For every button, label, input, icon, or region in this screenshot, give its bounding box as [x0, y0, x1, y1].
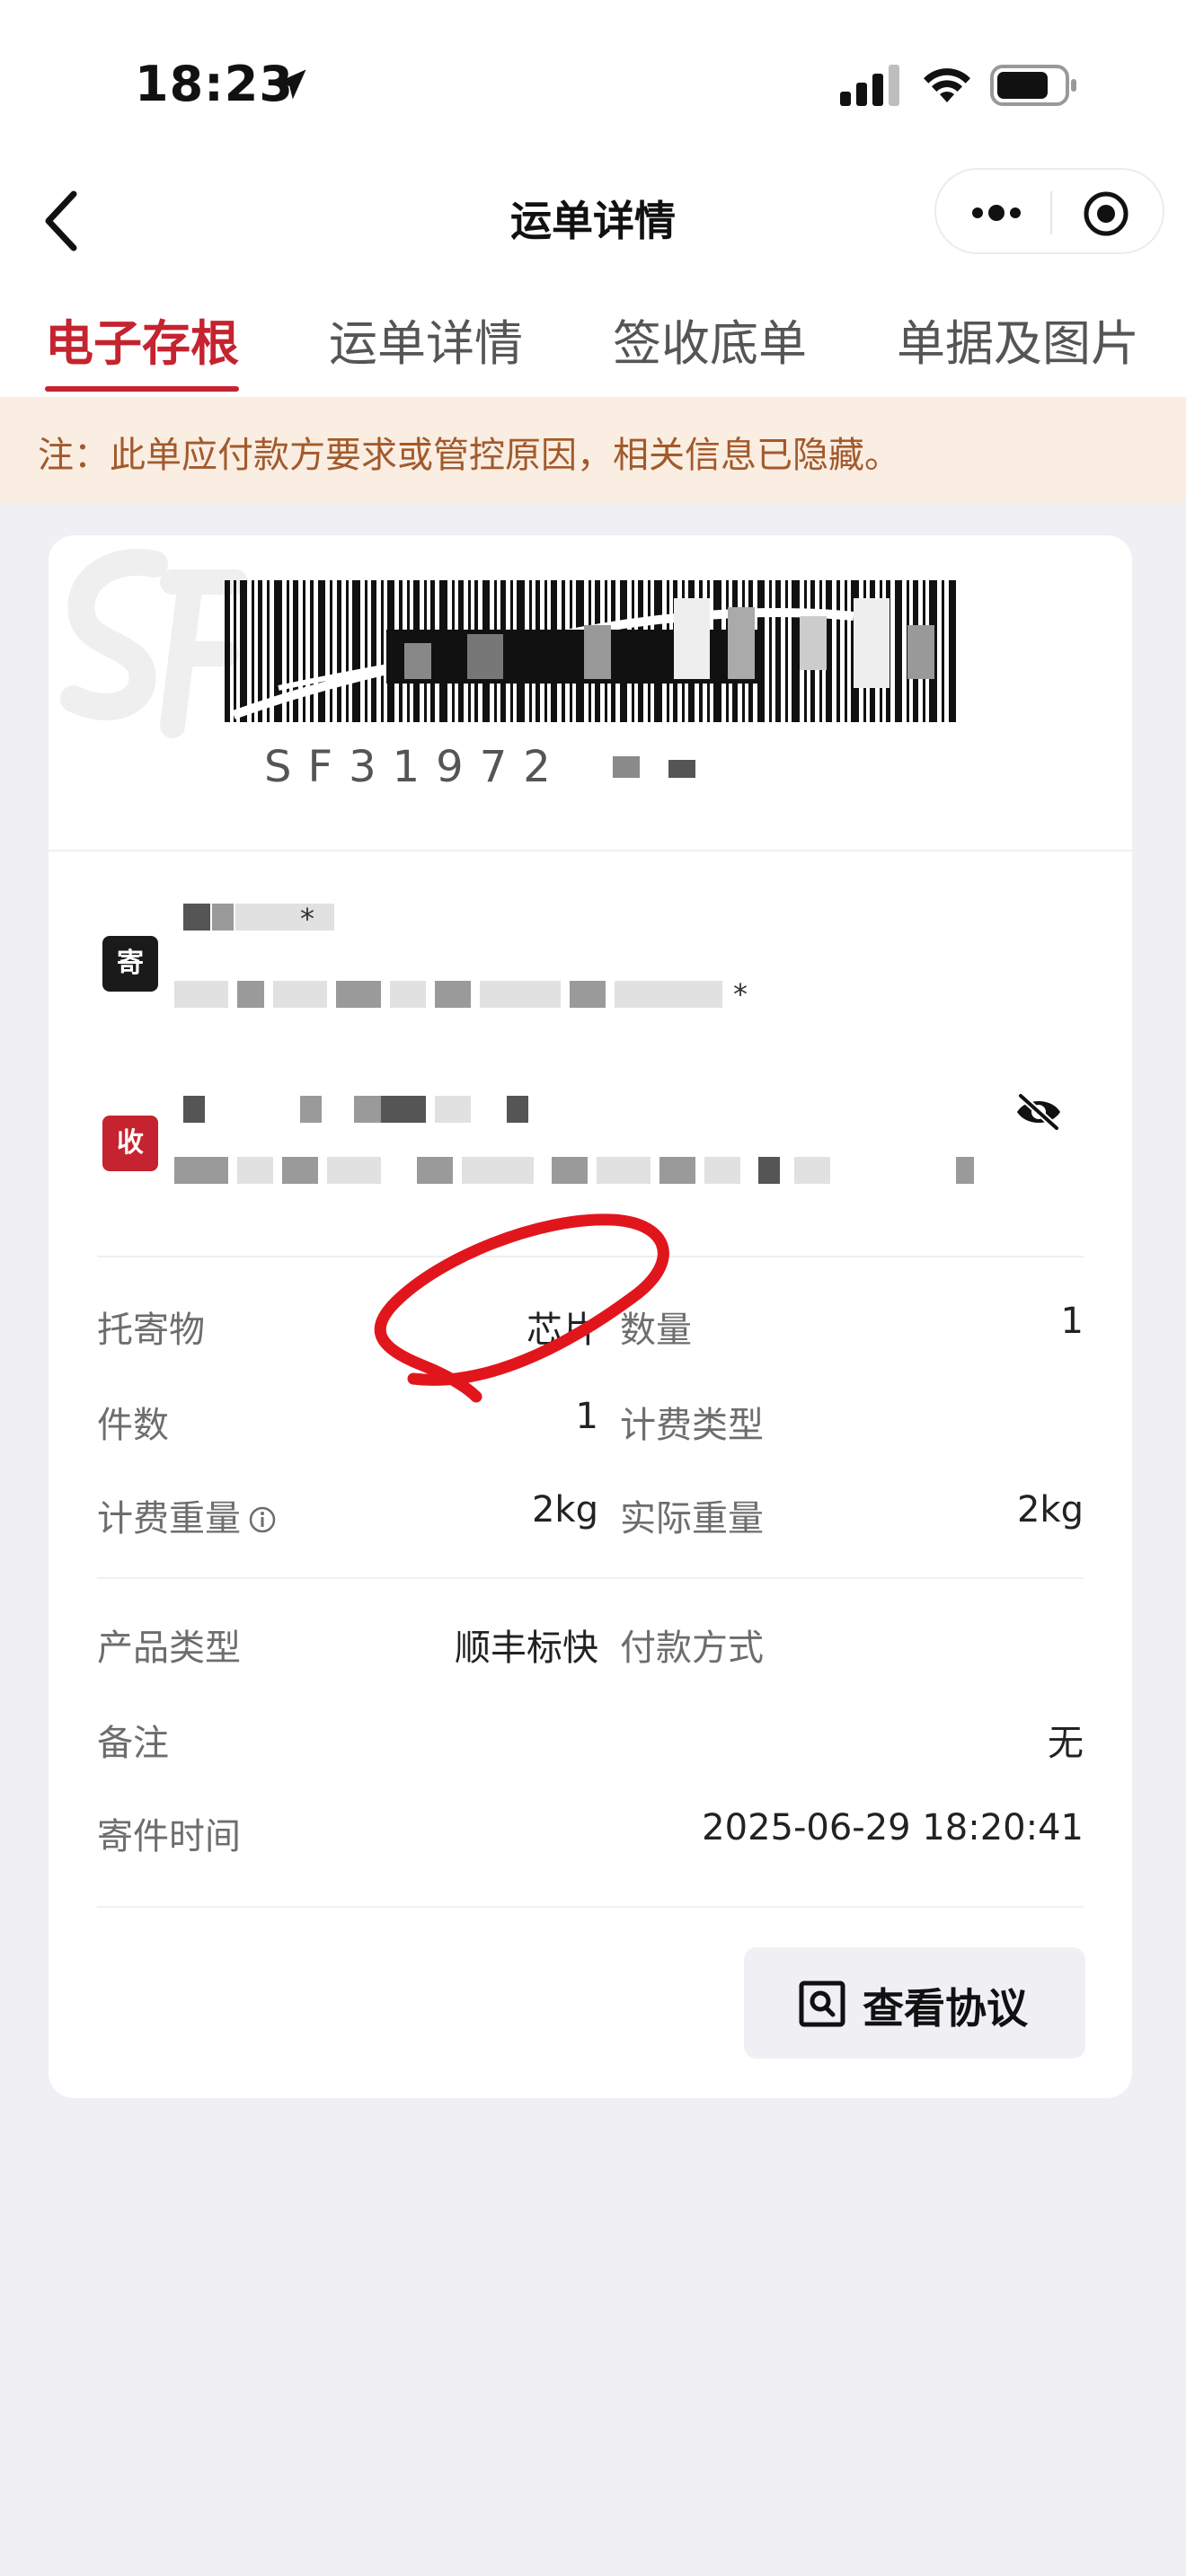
signal-icon [840, 65, 899, 106]
sender-badge: 寄 [102, 936, 158, 992]
wifi-icon [924, 68, 970, 102]
remark-label: 备注 [97, 1723, 169, 1764]
sender-name-mask: * [300, 902, 314, 936]
waybill-number: SF31972 [264, 742, 567, 792]
sender-address-redacted [174, 981, 821, 1017]
pieces-label: 件数 [97, 1405, 169, 1446]
waybill-number-redaction [562, 751, 832, 794]
time-divider [97, 1906, 1084, 1908]
tab-documents-images[interactable]: 单据及图片 [897, 304, 1139, 375]
billing-weight-label: 计费重量 [97, 1498, 241, 1539]
mini-program-capsule [934, 168, 1164, 254]
billing-weight-value: 2kg [531, 1489, 598, 1531]
location-arrow-icon [276, 69, 306, 100]
notice-text: 注：此单应付款方要求或管控原因，相关信息已隐藏。 [38, 435, 900, 476]
receiver-name-redacted [174, 1096, 624, 1132]
view-protocol-button[interactable]: 查看协议 [744, 1947, 1085, 2059]
redaction-pixel [613, 756, 640, 778]
ship-time-value: 2025-06-29 18:20:41 [702, 1807, 1084, 1848]
view-protocol-label: 查看协议 [863, 1984, 1028, 2033]
sender-address-mask: * [733, 977, 748, 1011]
billing-weight-label-wrap: 计费重量 [97, 1489, 277, 1541]
tab-signed-receipt[interactable]: 签收底单 [613, 304, 807, 375]
actual-weight-value: 2kg [1016, 1489, 1084, 1531]
product-type-value: 顺丰标快 [455, 1628, 598, 1669]
navigation-bar: 运单详情 [0, 162, 1186, 287]
receiver-address-redacted [174, 1157, 983, 1193]
actual-weight-label: 实际重量 [620, 1498, 764, 1539]
search-document-icon [799, 1981, 845, 2027]
ship-time-label: 寄件时间 [97, 1816, 241, 1857]
sender-name-redacted [174, 904, 534, 940]
weight-divider [97, 1577, 1084, 1579]
more-icon[interactable] [969, 195, 1024, 231]
info-icon[interactable] [248, 1505, 277, 1534]
status-time: 18:23 [135, 56, 294, 112]
goods-label: 托寄物 [97, 1310, 205, 1351]
target-icon[interactable] [1082, 190, 1130, 238]
redaction-pixel [668, 760, 695, 778]
eye-hidden-icon[interactable] [1013, 1092, 1064, 1132]
receiver-badge: 收 [102, 1116, 158, 1171]
red-annotation-scribble [374, 1213, 669, 1403]
tab-e-stub[interactable]: 电子存根 [45, 304, 239, 375]
active-tab-indicator [45, 386, 239, 392]
quantity-value: 1 [1060, 1301, 1084, 1342]
privacy-notice: 注：此单应付款方要求或管控原因，相关信息已隐藏。 [0, 397, 1186, 503]
remark-value: 无 [1048, 1723, 1084, 1764]
product-type-label: 产品类型 [97, 1628, 241, 1669]
status-bar: 18:23 [0, 0, 1186, 162]
payment-label: 付款方式 [620, 1628, 764, 1669]
tab-waybill-detail[interactable]: 运单详情 [329, 304, 523, 375]
barcode-divider [49, 850, 1132, 851]
capsule-divider [1050, 191, 1052, 234]
battery-icon [990, 65, 1076, 106]
waybill-barcode [225, 580, 956, 722]
tab-bar: 电子存根 运单详情 签收底单 单据及图片 [0, 287, 1186, 397]
